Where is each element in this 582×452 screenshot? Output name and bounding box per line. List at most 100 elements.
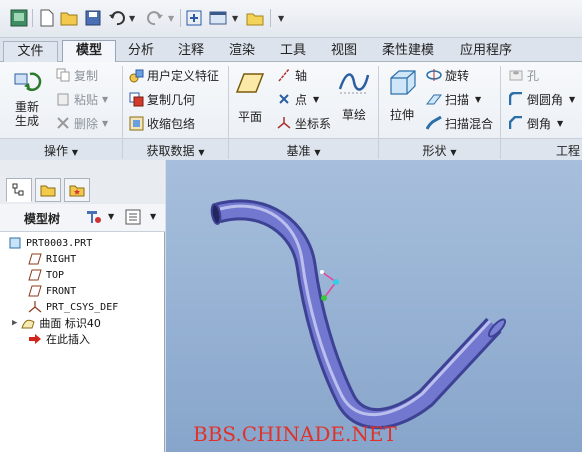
- tab-model[interactable]: 模型: [62, 40, 116, 63]
- save-icon[interactable]: [83, 8, 103, 28]
- redo-icon[interactable]: [145, 8, 165, 28]
- group-get-data[interactable]: 获取数据 ▼: [123, 142, 228, 159]
- paste-label: 粘贴: [74, 92, 99, 107]
- axis-icon: [276, 67, 292, 83]
- sketch-icon: [334, 66, 374, 98]
- navigator-tabs: [0, 160, 165, 204]
- tree-item-insert-here[interactable]: 在此插入: [28, 331, 90, 347]
- hole-icon: [508, 67, 524, 83]
- customize-icon[interactable]: ▼: [278, 14, 284, 23]
- axis-label: 轴: [295, 68, 308, 83]
- csys-icon: [28, 300, 42, 314]
- pipe-model[interactable]: [166, 160, 582, 452]
- tree-item-label: FRONT: [46, 285, 77, 297]
- undo-dropdown-icon[interactable]: ▼: [129, 14, 135, 23]
- ribbon: 重新生成 复制 粘贴 ▼ 删除 ▼ 用户定义特征 复制几何 收缩包络 平面 轴: [0, 62, 582, 160]
- tree-item-right[interactable]: RIGHT: [28, 251, 76, 267]
- chamfer-button[interactable]: 倒角 ▼: [508, 113, 563, 133]
- shrinkwrap-button[interactable]: 收缩包络: [128, 113, 195, 133]
- revolve-button[interactable]: 旋转: [426, 65, 469, 85]
- extrude-button[interactable]: 拉伸: [383, 66, 421, 123]
- round-button[interactable]: 倒圆角 ▼: [508, 89, 575, 109]
- chamfer-icon: [508, 115, 524, 131]
- tab-render[interactable]: 渲染: [216, 41, 268, 62]
- tab-applications[interactable]: 应用程序: [446, 41, 526, 62]
- hole-button[interactable]: 孔: [508, 65, 539, 85]
- tree-item-label: 曲面 标识40: [39, 317, 101, 330]
- sketch-label: 草绘: [341, 108, 366, 122]
- tree-settings-icon[interactable]: [84, 208, 104, 229]
- paste-icon: [55, 91, 71, 107]
- windows-dropdown-icon[interactable]: ▼: [232, 14, 238, 23]
- favorites-tab[interactable]: [64, 178, 90, 202]
- copy-label: 复制: [74, 68, 99, 83]
- plane-button[interactable]: 平面: [233, 68, 267, 125]
- tree-item-part[interactable]: PRT0003.PRT: [8, 235, 92, 251]
- windows-icon[interactable]: [208, 8, 228, 28]
- udf-button[interactable]: 用户定义特征: [128, 65, 219, 85]
- folder-icon[interactable]: [245, 8, 265, 28]
- point-button[interactable]: 点 ▼: [276, 89, 319, 109]
- group-shapes[interactable]: 形状 ▼: [379, 142, 500, 159]
- extrude-label: 拉伸: [389, 108, 414, 122]
- chamfer-label: 倒角: [527, 116, 552, 131]
- paste-button[interactable]: 粘贴 ▼: [55, 89, 108, 109]
- tab-tools[interactable]: 工具: [268, 41, 318, 62]
- tab-view[interactable]: 视图: [318, 41, 370, 62]
- app-icon[interactable]: [9, 8, 29, 28]
- tree-item-label: 在此插入: [46, 333, 90, 346]
- regenerate-icon[interactable]: [184, 8, 204, 28]
- swept-blend-button[interactable]: 扫描混合: [426, 113, 493, 133]
- point-label: 点: [295, 92, 308, 107]
- expand-icon[interactable]: ▶: [12, 318, 17, 328]
- sketch-button[interactable]: 草绘: [334, 66, 374, 123]
- axis-button[interactable]: 轴: [276, 65, 307, 85]
- redo-dropdown-icon[interactable]: ▼: [168, 14, 174, 23]
- watermark: BBS.CHINADE.NET: [193, 422, 397, 446]
- tree-item-surface[interactable]: ▶ 曲面 标识40: [12, 315, 101, 331]
- part-icon: [8, 236, 22, 250]
- open-icon[interactable]: [59, 8, 79, 28]
- favorites-icon: [69, 185, 85, 197]
- delete-label: 删除: [74, 116, 99, 131]
- round-icon: [508, 91, 524, 107]
- navigator-panel: 模型树 ▼ ▼ PRT0003.PRT RIGHT TOP FRONT PRT_…: [0, 160, 165, 452]
- group-datum[interactable]: 基准 ▼: [229, 142, 378, 159]
- model-tree-tab[interactable]: [6, 178, 32, 202]
- copy-geometry-button[interactable]: 复制几何: [128, 89, 195, 109]
- tab-flexible-modeling[interactable]: 柔性建模: [370, 41, 446, 62]
- delete-button[interactable]: 删除 ▼: [55, 113, 108, 133]
- csys-button[interactable]: 坐标系: [276, 113, 331, 133]
- tree-item-label: PRT_CSYS_DEF: [46, 301, 119, 313]
- folder-browser-tab[interactable]: [35, 178, 61, 202]
- tab-annotate[interactable]: 注释: [166, 41, 216, 62]
- round-label: 倒圆角: [527, 92, 564, 107]
- undo-icon[interactable]: [107, 8, 127, 28]
- copy-icon: [55, 67, 71, 83]
- new-icon[interactable]: [37, 8, 57, 28]
- tree-item-csys[interactable]: PRT_CSYS_DEF: [28, 299, 118, 315]
- tree-item-top[interactable]: TOP: [28, 267, 64, 283]
- point-icon: [276, 91, 292, 107]
- regenerate-icon: [4, 66, 50, 100]
- tree-settings-dropdown-icon[interactable]: ▼: [108, 212, 114, 221]
- tab-analysis[interactable]: 分析: [116, 41, 166, 62]
- surface-icon: [21, 316, 36, 330]
- revolve-label: 旋转: [445, 68, 470, 83]
- tab-file[interactable]: 文件: [3, 41, 58, 62]
- tree-filters-icon[interactable]: [124, 208, 142, 229]
- delete-icon: [55, 115, 71, 131]
- group-operations[interactable]: 操作 ▼: [0, 142, 122, 159]
- sweep-button[interactable]: 扫描 ▼: [426, 89, 481, 109]
- tree-item-label: TOP: [46, 269, 65, 281]
- regenerate-button[interactable]: 重新生成: [4, 66, 50, 128]
- copy-button[interactable]: 复制: [55, 65, 98, 85]
- plane-label: 平面: [237, 110, 262, 124]
- tree-filters-dropdown-icon[interactable]: ▼: [150, 212, 156, 221]
- sweep-icon: [426, 91, 442, 107]
- udf-icon: [128, 67, 144, 83]
- tree-item-label: RIGHT: [46, 253, 77, 265]
- group-engineering[interactable]: 工程: [501, 142, 582, 159]
- graphics-viewport[interactable]: [166, 160, 582, 452]
- tree-item-front[interactable]: FRONT: [28, 283, 76, 299]
